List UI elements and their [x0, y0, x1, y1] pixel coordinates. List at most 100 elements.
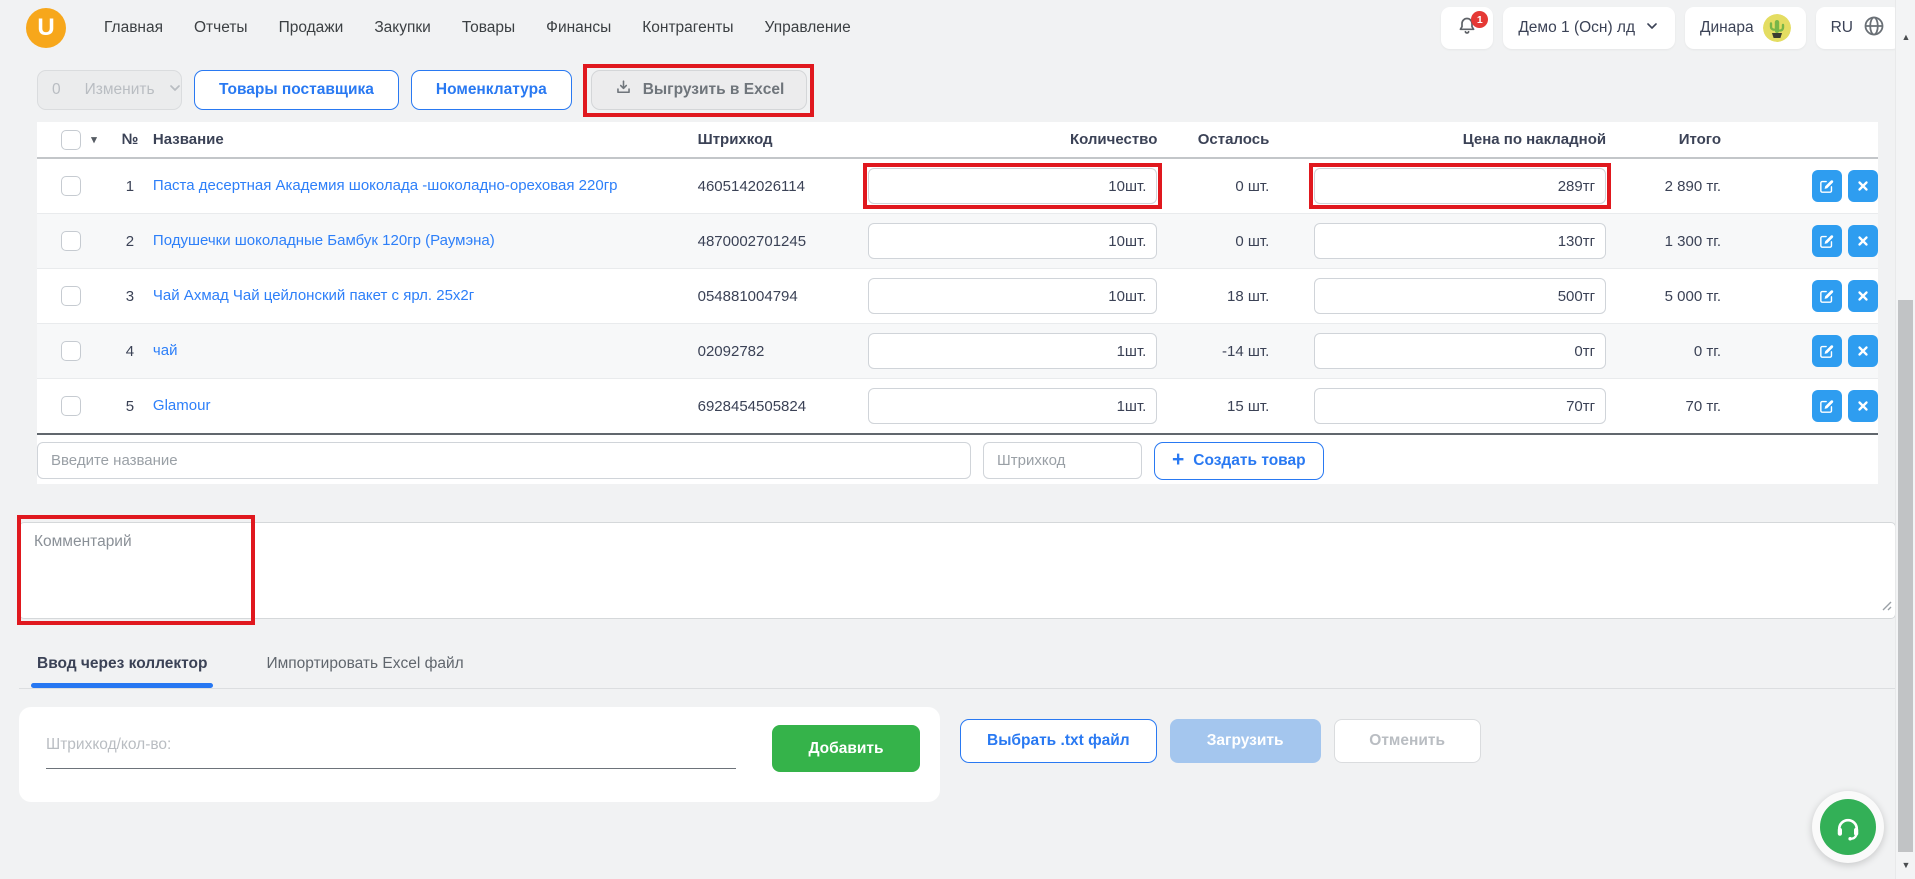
price-input[interactable] — [1314, 278, 1607, 314]
tab-import-excel[interactable]: Импортировать Excel файл — [260, 655, 469, 688]
table-row: 3 Чай Ахмад Чай цейлонский пакет с ярл. … — [37, 269, 1878, 324]
table-header-row: ▾ № Название Штрихкод Количество Осталос… — [37, 122, 1878, 159]
menu-item-finance[interactable]: Финансы — [546, 19, 611, 37]
products-table: ▾ № Название Штрихкод Количество Осталос… — [37, 122, 1878, 484]
collector-card: Добавить — [19, 707, 940, 802]
new-product-barcode-input[interactable] — [983, 442, 1142, 479]
menu-item-products[interactable]: Товары — [462, 19, 515, 37]
comment-textarea[interactable] — [19, 522, 1896, 619]
menu-item-sales[interactable]: Продажи — [279, 19, 344, 37]
export-excel-label: Выгрузить в Excel — [642, 81, 785, 98]
app-logo[interactable]: U — [26, 8, 66, 48]
new-product-name-input[interactable] — [37, 442, 971, 479]
delete-row-button[interactable] — [1847, 225, 1878, 257]
scrollbar[interactable]: ▲ ▼ — [1895, 0, 1915, 879]
delete-row-button[interactable] — [1847, 335, 1878, 367]
table-row: 2 Подушечки шоколадные Бамбук 120гр (Рау… — [37, 214, 1878, 269]
choose-txt-file-label: Выбрать .txt файл — [987, 732, 1130, 749]
add-button[interactable]: Добавить — [772, 725, 920, 772]
price-input[interactable] — [1314, 223, 1607, 259]
total-value: 70 тг. — [1685, 397, 1722, 415]
row-num: 5 — [125, 397, 135, 415]
quantity-input[interactable] — [867, 388, 1158, 424]
quantity-input[interactable] — [867, 278, 1158, 314]
avatar — [1762, 14, 1791, 42]
row-checkbox[interactable] — [60, 231, 81, 251]
comment-section — [17, 515, 1896, 625]
total-value: 1 300 тг. — [1664, 232, 1722, 250]
user-menu[interactable]: Динара — [1685, 7, 1806, 49]
row-checkbox[interactable] — [60, 341, 81, 361]
product-link[interactable]: Паста десертная Академия шоколада -шокол… — [153, 175, 698, 197]
menu-item-home[interactable]: Главная — [104, 19, 163, 37]
notifications-button[interactable]: 1 — [1441, 7, 1494, 49]
barcode-quantity-input[interactable] — [46, 736, 736, 769]
quantity-input[interactable] — [867, 223, 1158, 259]
choose-txt-file-button[interactable]: Выбрать .txt файл — [960, 719, 1157, 763]
menu-item-management[interactable]: Управление — [765, 19, 851, 37]
edit-row-button[interactable] — [1811, 390, 1842, 422]
product-link[interactable]: чай — [153, 340, 698, 362]
delete-row-button[interactable] — [1847, 280, 1878, 312]
delete-row-button[interactable] — [1847, 390, 1878, 422]
bulk-change-button[interactable]: 0 Изменить — [37, 70, 182, 110]
table-row: 1 Паста десертная Академия шоколада -шок… — [37, 159, 1878, 214]
delete-row-button[interactable] — [1847, 170, 1878, 202]
menu-item-counterparties[interactable]: Контрагенты — [642, 19, 733, 37]
support-chat-button[interactable] — [1812, 791, 1884, 863]
select-all-checkbox[interactable] — [60, 129, 81, 150]
create-product-button[interactable]: + Создать товар — [1154, 441, 1324, 480]
scroll-up-icon[interactable]: ▲ — [1896, 32, 1915, 42]
header-invoice-price: Цена по накладной — [1462, 131, 1607, 148]
globe-icon — [1862, 14, 1886, 43]
total-value: 0 тг. — [1693, 342, 1722, 360]
language-selector[interactable]: RU — [1815, 7, 1901, 49]
row-num: 3 — [125, 287, 135, 305]
remaining-value: 0 шт. — [1235, 232, 1270, 250]
resize-handle-icon[interactable] — [1881, 598, 1892, 616]
quantity-input[interactable] — [867, 168, 1158, 204]
quantity-input[interactable] — [867, 333, 1158, 369]
upload-button[interactable]: Загрузить — [1169, 719, 1321, 763]
select-all-caret-icon[interactable]: ▾ — [81, 133, 107, 146]
header-barcode: Штрихкод — [697, 131, 773, 148]
product-link[interactable]: Чай Ахмад Чай цейлонский пакет с ярл. 25… — [153, 285, 698, 307]
edit-row-button[interactable] — [1811, 280, 1842, 312]
row-checkbox[interactable] — [60, 176, 81, 196]
menu-item-purchases[interactable]: Закупки — [374, 19, 431, 37]
remaining-value: 15 шт. — [1227, 397, 1270, 415]
selected-count: 0 — [52, 81, 61, 98]
row-checkbox[interactable] — [60, 286, 81, 306]
topbar-right: 1 Демо 1 (Осн) лд Динара RU — [1441, 7, 1901, 49]
supplier-products-button[interactable]: Товары поставщика — [194, 70, 399, 110]
row-checkbox[interactable] — [60, 396, 81, 416]
price-input[interactable] — [1314, 388, 1607, 424]
edit-row-button[interactable] — [1811, 335, 1842, 367]
row-num: 4 — [125, 342, 135, 360]
row-num: 1 — [125, 177, 135, 195]
product-link[interactable]: Подушечки шоколадные Бамбук 120гр (Раумэ… — [153, 230, 698, 252]
company-selector-label: Демо 1 (Осн) лд — [1518, 19, 1636, 36]
total-value: 5 000 тг. — [1664, 287, 1722, 305]
create-product-label: Создать товар — [1193, 451, 1306, 469]
user-name: Динара — [1700, 19, 1754, 36]
header-remaining: Осталось — [1197, 131, 1270, 148]
price-input[interactable] — [1314, 333, 1607, 369]
remaining-value: -14 шт. — [1222, 342, 1270, 360]
scroll-down-icon[interactable]: ▼ — [1896, 860, 1915, 870]
scrollbar-thumb[interactable] — [1898, 300, 1913, 852]
price-input[interactable] — [1314, 168, 1607, 204]
product-link[interactable]: Glamour — [153, 395, 698, 417]
edit-row-button[interactable] — [1811, 225, 1842, 257]
barcode-value: 4870002701245 — [697, 232, 807, 250]
bottom-controls: Добавить Выбрать .txt файл Загрузить Отм… — [19, 707, 1878, 802]
menu-item-reports[interactable]: Отчеты — [194, 19, 248, 37]
export-excel-button[interactable]: Выгрузить в Excel — [590, 70, 808, 110]
cancel-button[interactable]: Отменить — [1333, 719, 1481, 763]
barcode-value: 02092782 — [697, 342, 765, 360]
edit-row-button[interactable] — [1811, 170, 1842, 202]
nomenclature-button[interactable]: Номенклатура — [410, 70, 572, 110]
nomenclature-label: Номенклатура — [435, 81, 547, 98]
company-selector[interactable]: Демо 1 (Осн) лд — [1503, 7, 1676, 49]
tab-collector-input[interactable]: Ввод через коллектор — [31, 655, 214, 688]
